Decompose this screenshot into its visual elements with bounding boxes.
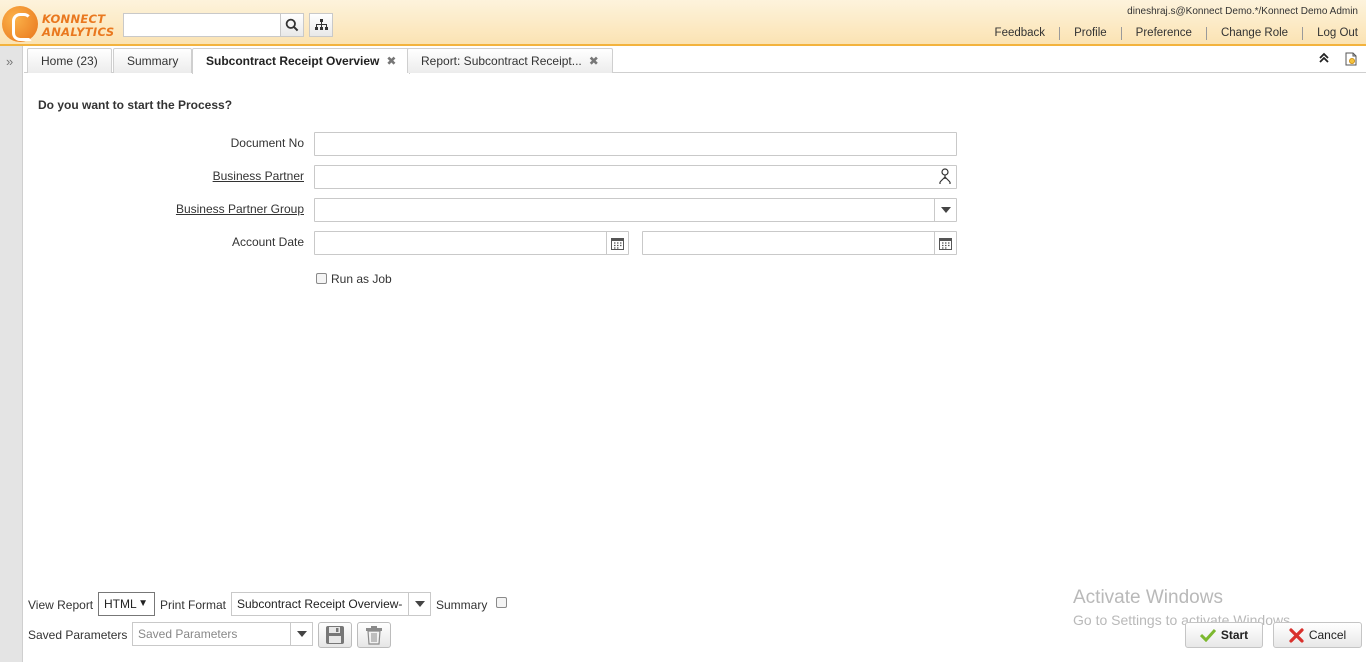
logo-mark-icon	[2, 6, 38, 42]
business-partner-field[interactable]	[314, 165, 957, 189]
dropdown-button[interactable]	[934, 199, 956, 221]
document-no-input[interactable]	[314, 132, 957, 156]
print-format-label: Print Format	[160, 598, 227, 612]
expand-panel-icon[interactable]: »	[6, 54, 13, 69]
start-label: Start	[1220, 628, 1249, 642]
chevron-down-icon	[296, 631, 307, 637]
account-date-label: Account Date	[231, 235, 304, 249]
calendar-icon	[611, 237, 624, 250]
run-as-job-label: Run as Job	[331, 272, 392, 286]
date-picker-button[interactable]	[934, 232, 956, 254]
summary-label: Summary	[436, 598, 488, 612]
close-tab-icon[interactable]: ✖	[589, 54, 599, 68]
profile-link[interactable]: Profile	[1059, 27, 1121, 40]
chevron-down-icon	[414, 601, 425, 607]
account-date-to-field[interactable]	[642, 231, 957, 255]
close-icon	[1289, 627, 1304, 643]
summary-checkbox[interactable]	[496, 597, 507, 608]
trash-icon	[366, 626, 382, 645]
tab-summary[interactable]: Summary	[113, 48, 193, 73]
view-report-label: View Report	[28, 598, 94, 612]
floppy-disk-icon	[326, 626, 344, 644]
person-lookup-icon	[939, 168, 951, 184]
start-button[interactable]: Start	[1185, 622, 1263, 648]
document-no-label: Document No	[230, 136, 304, 150]
view-report-select[interactable]: HTML ▼	[98, 592, 155, 616]
print-format-value: Subcontract Receipt Overview-	[237, 597, 403, 611]
logo-text-line1: KONNECT	[42, 12, 106, 26]
saved-parameters-label: Saved Parameters	[28, 628, 128, 642]
konnect-analytics-logo[interactable]: KONNECT ANALYTICS	[2, 4, 120, 42]
business-partner-search-button[interactable]	[934, 166, 956, 188]
logo-text-line2: ANALYTICS	[42, 25, 115, 39]
caret-down-icon: ▼	[138, 598, 148, 609]
account-date-from-field[interactable]	[314, 231, 629, 255]
user-role-info: dineshraj.s@Konnect Demo.*/Konnect Demo …	[1127, 6, 1358, 17]
cancel-button[interactable]: Cancel	[1273, 622, 1362, 648]
close-tab-icon[interactable]: ✖	[386, 54, 396, 68]
process-question: Do you want to start the Process?	[38, 98, 233, 112]
dropdown-button[interactable]	[408, 593, 430, 615]
business-partner-link[interactable]: Business Partner	[213, 169, 304, 183]
calendar-icon	[939, 237, 952, 250]
date-picker-button[interactable]	[606, 232, 628, 254]
tab-bar-tools	[1318, 52, 1358, 66]
tab-home[interactable]: Home (23)	[27, 48, 112, 73]
tab-subcontract-receipt-overview[interactable]: Subcontract Receipt Overview ✖	[192, 48, 411, 74]
change-role-link[interactable]: Change Role	[1205, 27, 1302, 40]
run-as-job-checkbox[interactable]	[316, 273, 327, 284]
log-out-link[interactable]: Log Out	[1302, 27, 1366, 40]
tab-label: Home (23)	[41, 54, 98, 68]
tab-label: Subcontract Receipt Overview	[206, 54, 380, 68]
saved-parameters-select[interactable]: Saved Parameters	[132, 622, 313, 646]
search-icon	[285, 18, 299, 32]
sitemap-icon	[314, 19, 328, 30]
west-panel-collapsed: »	[0, 46, 23, 662]
menu-tree-button[interactable]	[309, 13, 333, 37]
print-format-select[interactable]: Subcontract Receipt Overview-	[231, 592, 431, 616]
tab-label: Summary	[127, 54, 179, 68]
preference-link[interactable]: Preference	[1120, 27, 1206, 40]
cancel-label: Cancel	[1308, 628, 1347, 642]
global-search-input[interactable]	[123, 13, 281, 37]
delete-parameters-button[interactable]	[357, 622, 391, 648]
header-links: Feedback Profile Preference Change Role …	[981, 27, 1366, 40]
app-header: KONNECT ANALYTICS dineshraj.s@Konnect De…	[0, 0, 1366, 46]
activate-windows-watermark-title: Activate Windows	[1073, 587, 1223, 608]
business-partner-group-link[interactable]: Business Partner Group	[176, 202, 304, 216]
business-partner-group-select[interactable]	[314, 198, 957, 222]
save-parameters-button[interactable]	[318, 622, 352, 648]
feedback-link[interactable]: Feedback	[981, 27, 1060, 40]
new-window-document-icon[interactable]	[1344, 52, 1358, 66]
tab-report-subcontract-receipt[interactable]: Report: Subcontract Receipt... ✖	[407, 48, 613, 73]
saved-parameters-placeholder: Saved Parameters	[138, 627, 238, 641]
collapse-up-icon[interactable]	[1318, 52, 1330, 64]
tab-bar: Home (23) Summary Subcontract Receipt Ov…	[24, 46, 1366, 74]
check-icon	[1199, 628, 1216, 642]
dropdown-button[interactable]	[290, 623, 312, 645]
search-button[interactable]	[280, 13, 304, 37]
view-report-value: HTML	[104, 597, 137, 611]
chevron-down-icon	[940, 207, 951, 213]
tab-label: Report: Subcontract Receipt...	[421, 54, 582, 68]
